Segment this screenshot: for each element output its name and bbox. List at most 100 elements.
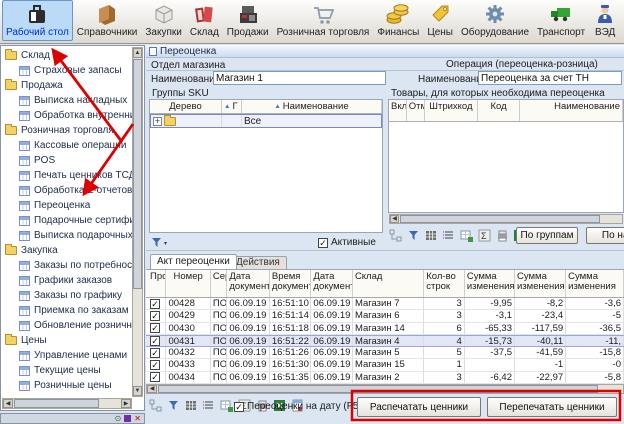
list-icon[interactable] — [202, 399, 216, 413]
filter-icon[interactable] — [167, 399, 181, 413]
table-add-icon[interactable] — [220, 399, 234, 413]
sidebar-item-pereocenka[interactable]: Переоценка — [3, 198, 132, 213]
toolbar-item-desktop[interactable]: Рабочий стол — [2, 0, 73, 41]
table-row[interactable]: 00433ПО06.09.1916:51:3006.09.19Магазин 1… — [146, 359, 624, 371]
scroll-thumb[interactable] — [158, 385, 598, 393]
column-header[interactable]: Прс — [146, 270, 166, 297]
column-header[interactable]: Суммаизменения — [515, 270, 566, 297]
column-header-incl[interactable]: Вкл — [389, 100, 407, 121]
sidebar-item[interactable]: Страховые запасы — [3, 63, 132, 78]
column-header-tree[interactable]: Дерево — [150, 100, 222, 113]
row-checkbox[interactable] — [150, 372, 160, 382]
toolbar-item-references[interactable]: Справочники — [73, 0, 142, 41]
sidebar-item[interactable]: Графики заказов — [3, 273, 132, 288]
sidebar-hscrollbar[interactable]: ◀ ▶ — [2, 398, 132, 409]
tab-actions[interactable]: Действия — [229, 256, 287, 269]
table-row[interactable]: 00429ПО06.09.1916:51:1406.09.19Магазин 6… — [146, 310, 624, 322]
store-name-input[interactable] — [213, 71, 386, 85]
row-checkbox[interactable] — [150, 311, 160, 321]
sidebar-item[interactable]: Обработка Z-отчетов — [3, 183, 132, 198]
goods-hscrollbar[interactable]: ◀ — [389, 214, 623, 224]
sku-group-row-all[interactable]: + Все — [150, 114, 382, 128]
scroll-thumb[interactable] — [14, 399, 99, 408]
sidebar-group-sklad[interactable]: Склад — [3, 48, 132, 63]
column-header[interactable]: Датадокумент — [227, 270, 269, 297]
checkbox-icon[interactable] — [318, 238, 328, 248]
table-row[interactable]: 00430ПО06.09.1916:51:1806.09.19Магазин 1… — [146, 323, 624, 335]
toolbar-item-ved[interactable]: ВЭД — [589, 0, 621, 41]
column-header-g[interactable]: Г — [222, 100, 242, 113]
sidebar-group-retail[interactable]: Розничная торговля — [3, 123, 132, 138]
sidebar-item[interactable]: Розничные цены — [3, 378, 132, 393]
table-row-selected[interactable]: 00431ПО06.09.1916:51:2206.09.19Магазин 4… — [146, 335, 624, 347]
scroll-left-arrow[interactable]: ◀ — [3, 399, 13, 408]
toolbar-item-retail[interactable]: Розничная торговля — [273, 0, 374, 41]
row-checkbox[interactable] — [150, 323, 160, 333]
pin-icon[interactable]: ⊙ — [115, 414, 122, 423]
expand-icon[interactable]: + — [153, 117, 162, 126]
sidebar-item[interactable]: Подарочные сертификаты — [3, 213, 132, 228]
toolbar-item-finance[interactable]: Финансы — [373, 0, 423, 41]
toolbar-item-purchases[interactable]: Закупки — [141, 0, 185, 41]
column-header[interactable]: Времядокумент. — [270, 270, 312, 297]
sidebar-item[interactable]: Управление ценами — [3, 348, 132, 363]
close-icon[interactable]: ✕ — [134, 414, 141, 423]
sidebar-group-tseny[interactable]: Цены — [3, 333, 132, 348]
toolbar-item-prices[interactable]: Цены — [423, 0, 457, 41]
reprint-price-tags-button[interactable]: Перепечатать ценники — [487, 397, 617, 417]
scroll-left-arrow[interactable]: ◀ — [390, 215, 399, 223]
active-checkbox[interactable]: Активные — [318, 237, 376, 248]
sidebar-group-zakupka[interactable]: Закупка — [3, 243, 132, 258]
operation-name-input[interactable] — [478, 71, 622, 85]
sidebar-group-prodazha[interactable]: Продажа — [3, 78, 132, 93]
sidebar-item[interactable]: Обновление розничных ц — [3, 318, 132, 333]
scroll-left-arrow[interactable]: ◀ — [147, 385, 157, 393]
column-header-barcode[interactable]: Штрихкод — [425, 100, 479, 121]
column-header[interactable]: Склад — [353, 270, 424, 297]
column-header-code[interactable]: Код — [478, 100, 520, 121]
toolbar-item-sales[interactable]: Продажи — [223, 0, 273, 41]
column-header[interactable]: Номер — [166, 270, 210, 297]
sidebar-item[interactable]: Выписка накладных — [3, 93, 132, 108]
toolbar-item-transport[interactable]: Транспорт — [533, 0, 589, 41]
tab-act-pereocenki[interactable]: Акт переоценки — [150, 254, 237, 269]
by-groups-button[interactable]: По группам — [516, 227, 578, 244]
column-header-name[interactable]: Наименование — [520, 100, 623, 121]
column-header-name[interactable]: Наименование — [242, 100, 382, 113]
print-price-tags-button[interactable]: Распечатать ценники — [357, 397, 481, 417]
column-header-mark[interactable]: Отм — [407, 100, 425, 121]
row-checkbox[interactable] — [150, 299, 160, 309]
panel-icon[interactable] — [124, 415, 131, 422]
sidebar-item[interactable]: Заказы по потребностям — [3, 258, 132, 273]
column-header[interactable]: Сери — [211, 270, 228, 297]
hierarchy-icon[interactable] — [149, 399, 163, 413]
by-markup-button[interactable]: По надц — [586, 227, 624, 244]
grid-icon[interactable] — [185, 399, 199, 413]
grid-icon[interactable] — [425, 229, 439, 243]
column-header[interactable]: Датадокумент — [311, 270, 353, 297]
sidebar-item[interactable]: Выписка подарочных сер — [3, 228, 132, 243]
act-table-hscrollbar[interactable]: ◀ — [146, 384, 624, 394]
print-icon[interactable] — [496, 229, 510, 243]
sidebar-item[interactable]: Печать ценников ТСД — [3, 168, 132, 183]
toolbar-item-warehouse[interactable]: Склад — [186, 0, 223, 41]
scroll-thumb[interactable] — [133, 59, 142, 289]
sidebar-item[interactable]: POS — [3, 153, 132, 168]
column-header[interactable]: Суммаизменения — [465, 270, 515, 297]
sidebar-item[interactable]: Текущие цены — [3, 363, 132, 378]
column-header[interactable]: Суммаизменения — [566, 270, 624, 297]
hierarchy-icon[interactable] — [389, 229, 403, 243]
sum-icon[interactable]: Σ — [478, 229, 492, 243]
row-checkbox[interactable] — [150, 360, 160, 370]
scroll-up-arrow[interactable]: ▲ — [133, 48, 142, 58]
row-checkbox[interactable] — [150, 336, 160, 346]
toolbar-item-equipment[interactable]: Оборудование — [457, 0, 533, 41]
filter-icon[interactable] — [407, 229, 421, 243]
sidebar-item[interactable]: Кассовые операции — [3, 138, 132, 153]
table-row[interactable]: 00432ПО06.09.1916:51:2606.09.19Магазин 5… — [146, 347, 624, 359]
scroll-thumb[interactable] — [400, 215, 600, 223]
column-header[interactable]: Кол-вострок — [424, 270, 465, 297]
sidebar-vscrollbar[interactable]: ▲ ▼ — [132, 47, 143, 397]
checkbox-icon[interactable] — [234, 402, 244, 412]
sidebar-item[interactable]: Обработка внутренних за — [3, 108, 132, 123]
